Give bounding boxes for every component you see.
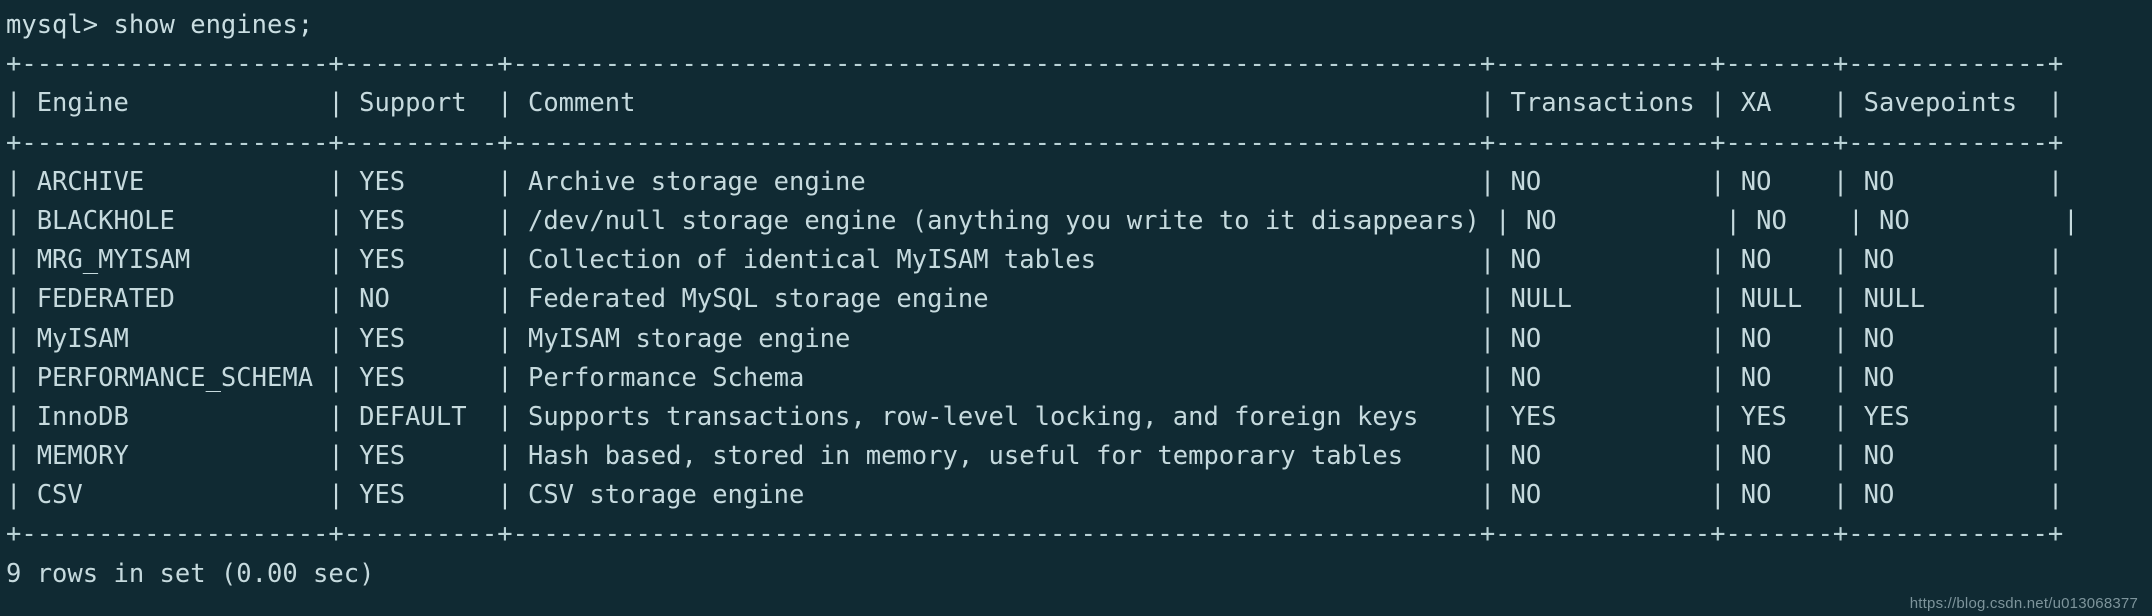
mysql-prompt-line: mysql> show engines;: [6, 10, 314, 40]
table-row: | CSV | YES | CSV storage engine | NO | …: [6, 480, 2064, 511]
table-header-separator: +--------------------+----------+-------…: [6, 127, 2064, 158]
table-row: | FEDERATED | NO | Federated MySQL stora…: [6, 284, 2064, 315]
table-row: | PERFORMANCE_SCHEMA | YES | Performance…: [6, 362, 2064, 393]
table-row: | MRG_MYISAM | YES | Collection of ident…: [6, 245, 2064, 276]
table-bottom-border: +--------------------+----------+-------…: [6, 519, 2064, 550]
result-footer: 9 rows in set (0.00 sec): [6, 558, 375, 589]
table-row: | MyISAM | YES | MyISAM storage engine |…: [6, 323, 2064, 354]
table-body: | ARCHIVE | YES | Archive storage engine…: [6, 163, 2152, 516]
terminal-window: mysql> show engines; +------------------…: [0, 0, 2152, 616]
table-header-row: | Engine | Support | Comment | Transacti…: [6, 88, 2064, 119]
table-row: | ARCHIVE | YES | Archive storage engine…: [6, 166, 2064, 197]
table-row: | BLACKHOLE | YES | /dev/null storage en…: [6, 205, 2079, 236]
table-top-border: +--------------------+----------+-------…: [6, 49, 2064, 80]
table-row: | MEMORY | YES | Hash based, stored in m…: [6, 441, 2064, 472]
table-row: | InnoDB | DEFAULT | Supports transactio…: [6, 401, 2064, 432]
watermark: https://blog.csdn.net/u013068377: [1909, 595, 2138, 612]
